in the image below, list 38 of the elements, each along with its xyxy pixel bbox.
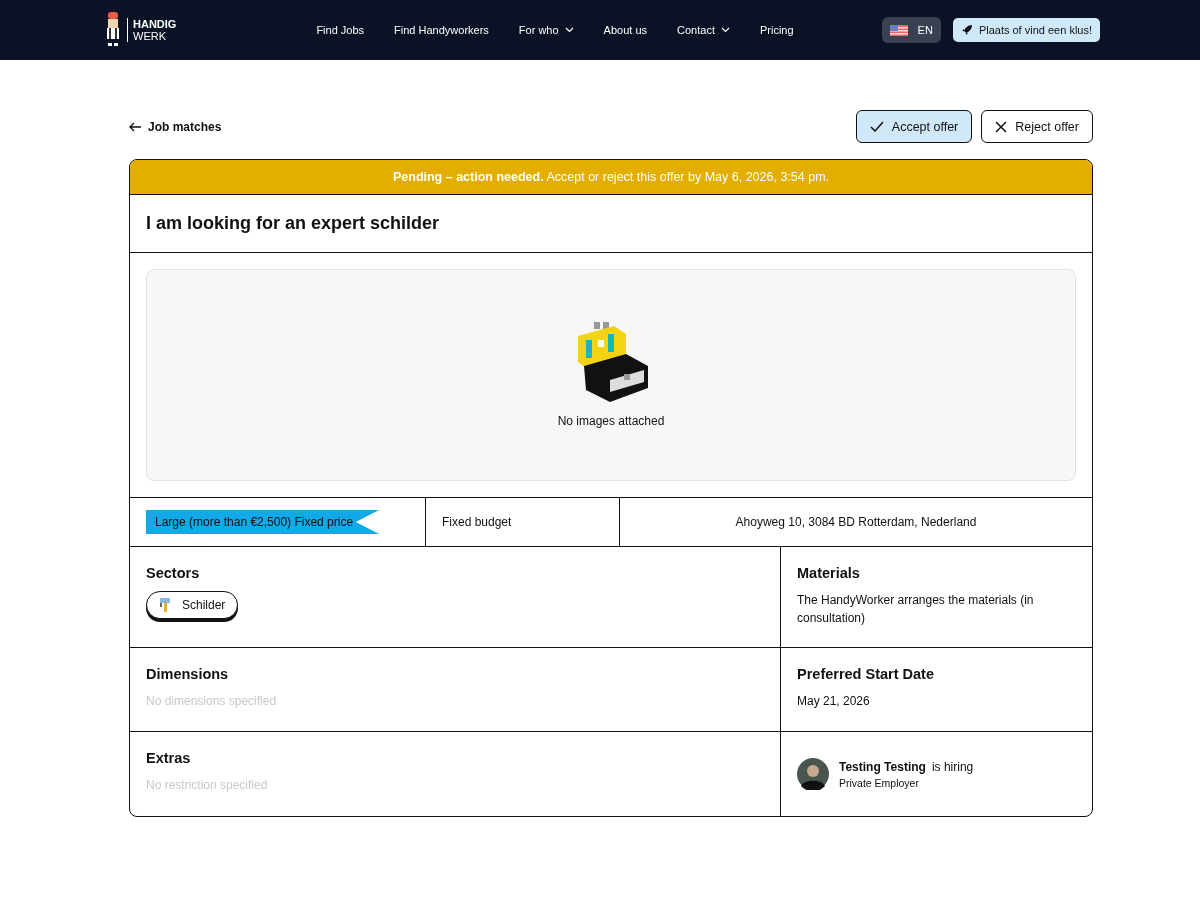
rocket-icon: [960, 24, 973, 36]
section-text: The HandyWorker arranges the materials (in consultation): [797, 592, 1035, 627]
nav-link[interactable]: For who: [518, 24, 574, 36]
status-banner: Pending – action needed. Accept or reject this offer by May 6, 2026, 3:54 pm.: [130, 160, 1092, 195]
chevron-down-icon: [720, 27, 730, 33]
employer-type: Private Employer: [839, 776, 920, 789]
sector-chip[interactable]: Schilder: [146, 591, 239, 619]
nav-link[interactable]: Pricing: [759, 24, 794, 36]
section-title: Sectors: [146, 565, 201, 581]
section-title: Preferred Start Date: [797, 666, 935, 682]
section-title: Dimensions: [146, 666, 230, 682]
reject-offer-button[interactable]: Reject offer: [981, 110, 1093, 143]
nav-link[interactable]: About us: [603, 24, 648, 36]
section-text: May 21, 2026: [797, 693, 871, 710]
close-icon: [995, 120, 1008, 133]
employer-name: Testing Testing is hiring: [839, 759, 974, 774]
back-link[interactable]: Job matches: [129, 119, 222, 134]
worker-logo-icon: [105, 12, 121, 48]
budget-text: Fixed budget: [442, 515, 512, 529]
nav-link[interactable]: Contact: [677, 24, 730, 36]
section-title: Materials: [797, 565, 861, 581]
post-job-button[interactable]: Plaats of vind een klus!: [952, 18, 1100, 42]
chevron-down-icon: [564, 27, 574, 33]
job-title: I am looking for an expert schilder: [130, 195, 1092, 253]
language-button[interactable]: EN: [881, 17, 941, 43]
section-title: Extras: [146, 750, 192, 766]
avatar: [797, 758, 829, 790]
flag-icon: [889, 24, 908, 36]
size-tag: Large (more than €2,500) Fixed price: [146, 510, 380, 534]
empty-images-text: No images attached: [557, 414, 665, 428]
check-icon: [869, 121, 884, 132]
paint-roller-icon: [159, 597, 172, 613]
nav-link[interactable]: Find Handyworkers: [394, 24, 489, 36]
logo-text[interactable]: HANDIG WERK: [127, 18, 177, 42]
arrow-left-icon: [129, 121, 142, 132]
address-text: Ahoyweg 10, 3084 BD Rotterdam, Nederland: [735, 515, 977, 529]
nav-link[interactable]: Find Jobs: [316, 24, 365, 36]
accept-offer-button[interactable]: Accept offer: [855, 110, 973, 143]
